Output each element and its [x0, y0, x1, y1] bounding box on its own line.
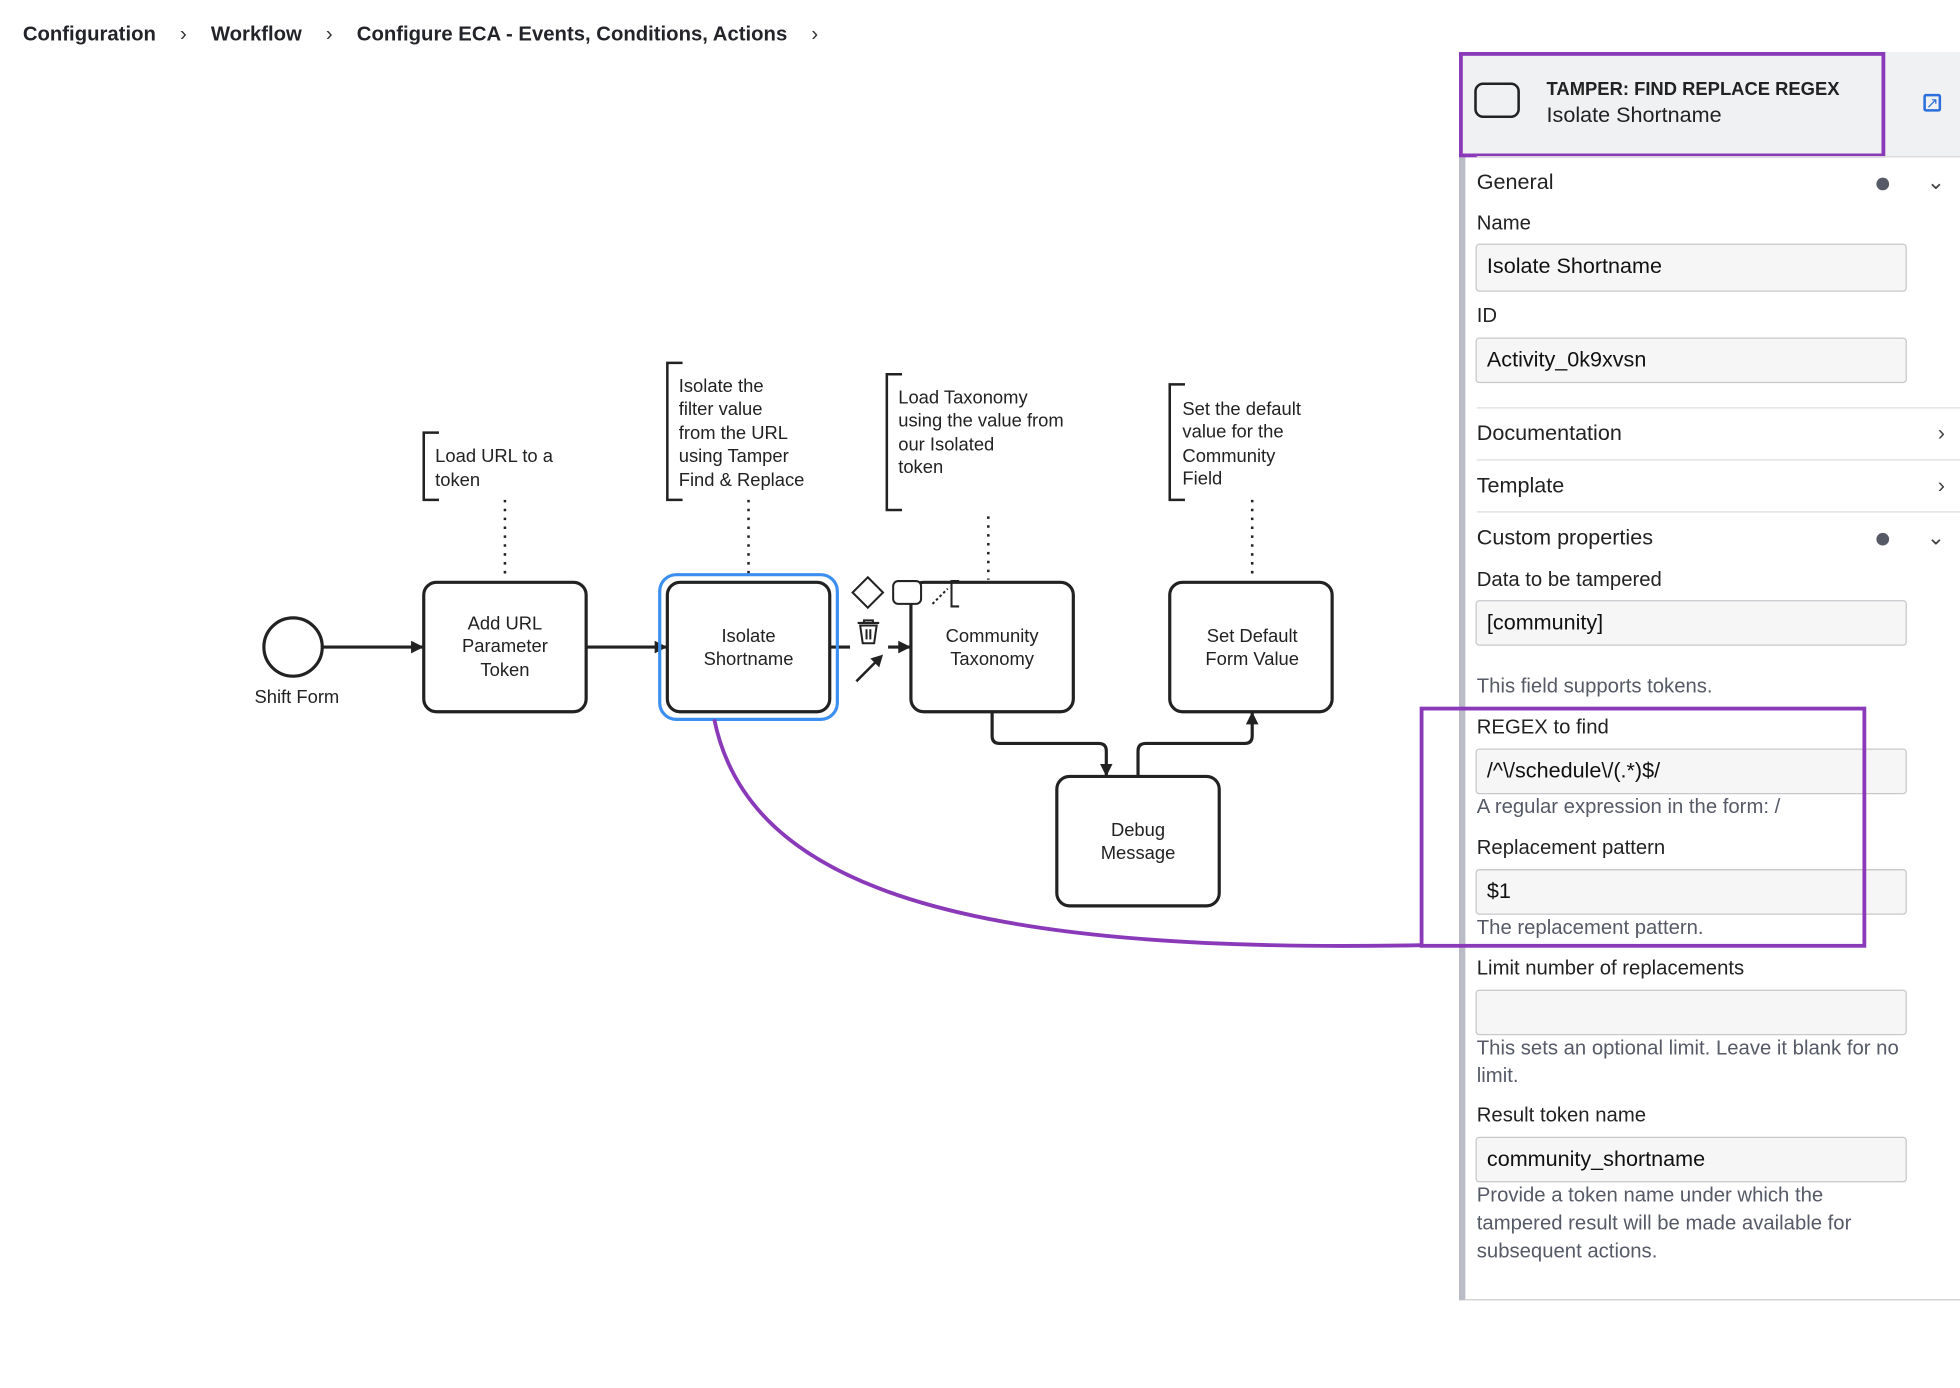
task-icon — [1474, 82, 1520, 118]
flow-community-debug[interactable] — [990, 711, 1113, 777]
svg-text:Token: Token — [480, 659, 529, 680]
limit-field[interactable] — [1475, 989, 1907, 1036]
result-field[interactable]: community_shortname — [1475, 1136, 1907, 1183]
status-dot-icon — [1876, 532, 1890, 546]
id-field[interactable]: Activity_0k9xvsn — [1475, 337, 1907, 384]
gateway-icon[interactable] — [851, 575, 885, 610]
panel-header: TAMPER: FIND REPLACE REGEX Isolate Short… — [1459, 52, 1960, 158]
limit-help: This sets an optional limit. Leave it bl… — [1476, 1037, 1899, 1088]
svg-text:Field: Field — [1182, 468, 1222, 489]
svg-text:our Isolated: our Isolated — [898, 433, 994, 454]
section-title: General — [1476, 170, 1554, 195]
svg-text:token: token — [898, 456, 943, 477]
annotation-isolate[interactable]: Isolate the filter value from the URL us… — [679, 375, 805, 490]
id-label: ID — [1476, 305, 1498, 328]
section-title: Template — [1476, 473, 1565, 498]
section-template[interactable]: Template › — [1476, 459, 1960, 512]
svg-text:Debug: Debug — [1111, 819, 1165, 840]
highlight-box — [1419, 706, 1867, 948]
svg-text:value for the: value for the — [1182, 421, 1283, 442]
chevron-right-icon[interactable]: › — [1938, 461, 1945, 512]
svg-text:Isolate the: Isolate the — [679, 375, 764, 396]
name-field[interactable]: Isolate Shortname — [1475, 243, 1907, 292]
section-title: Custom properties — [1476, 525, 1653, 550]
chevron-down-icon[interactable]: ⌄ — [1927, 513, 1945, 564]
annotation-addurl[interactable]: Load URL to a token — [435, 445, 554, 490]
start-event-shift-form[interactable]: Shift Form — [255, 616, 340, 707]
element-name: Isolate Shortname — [1546, 102, 1722, 127]
task-community-taxonomy[interactable]: Community Taxonomy — [909, 580, 1075, 714]
svg-text:Community: Community — [1182, 445, 1276, 466]
task-add-url[interactable]: Add URL Parameter Token — [422, 580, 588, 714]
svg-text:token: token — [435, 469, 480, 490]
annotation-community[interactable]: Load Taxonomy using the value from our I… — [898, 386, 1063, 477]
data-field[interactable]: [community] — [1475, 600, 1907, 646]
properties-panel: TAMPER: FIND REPLACE REGEX Isolate Short… — [1459, 52, 1960, 1301]
task-set-default[interactable]: Set Default Form Value — [1168, 580, 1334, 714]
svg-text:Set Default: Set Default — [1207, 625, 1298, 646]
svg-text:filter value: filter value — [679, 398, 763, 419]
svg-text:Message: Message — [1101, 842, 1176, 863]
svg-text:Load Taxonomy: Load Taxonomy — [898, 386, 1028, 407]
flow-debug-setdefault[interactable] — [1136, 711, 1259, 777]
svg-text:using Tamper: using Tamper — [679, 445, 789, 466]
result-label: Result token name — [1476, 1105, 1647, 1127]
section-general[interactable]: General ⌄ — [1476, 156, 1960, 208]
annotation-setdefault[interactable]: Set the default value for the Community … — [1182, 398, 1301, 489]
element-type: TAMPER: FIND REPLACE REGEX — [1546, 79, 1840, 101]
svg-text:Taxonomy: Taxonomy — [950, 648, 1035, 669]
name-label: Name — [1476, 213, 1531, 235]
svg-text:Load URL to a: Load URL to a — [435, 445, 554, 466]
section-custom-properties[interactable]: Custom properties ⌄ — [1476, 511, 1960, 564]
connect-icon[interactable] — [855, 654, 884, 683]
svg-text:Parameter: Parameter — [462, 635, 548, 656]
svg-text:using the value from: using the value from — [898, 409, 1063, 430]
data-label: Data to be tampered — [1476, 569, 1662, 592]
section-documentation[interactable]: Documentation › — [1476, 407, 1960, 460]
task-isolate-shortname[interactable]: Isolate Shortname — [658, 573, 839, 721]
result-help: Provide a token name under which the tam… — [1476, 1184, 1852, 1263]
svg-text:Find & Replace: Find & Replace — [679, 469, 805, 490]
svg-text:Form Value: Form Value — [1205, 648, 1299, 669]
section-title: Documentation — [1476, 421, 1622, 446]
svg-text:Set the default: Set the default — [1182, 398, 1301, 419]
chevron-right-icon[interactable]: › — [1938, 409, 1945, 460]
data-help: This field supports tokens. — [1476, 676, 1713, 698]
external-link-icon[interactable]: ↗ — [1923, 93, 1942, 112]
chevron-down-icon[interactable]: ⌄ — [1927, 157, 1945, 208]
status-dot-icon — [1876, 177, 1890, 191]
delete-icon[interactable] — [857, 619, 880, 645]
task-icon[interactable] — [892, 580, 923, 605]
svg-text:Shift Form: Shift Form — [255, 686, 340, 707]
svg-text:Community: Community — [946, 625, 1040, 646]
limit-label: Limit number of replacements — [1476, 957, 1745, 980]
task-debug-message[interactable]: Debug Message — [1055, 774, 1221, 908]
svg-text:Shortname: Shortname — [704, 648, 794, 669]
svg-text:Isolate: Isolate — [721, 625, 775, 646]
svg-text:from the URL: from the URL — [679, 422, 788, 443]
svg-text:Add URL: Add URL — [468, 612, 543, 633]
